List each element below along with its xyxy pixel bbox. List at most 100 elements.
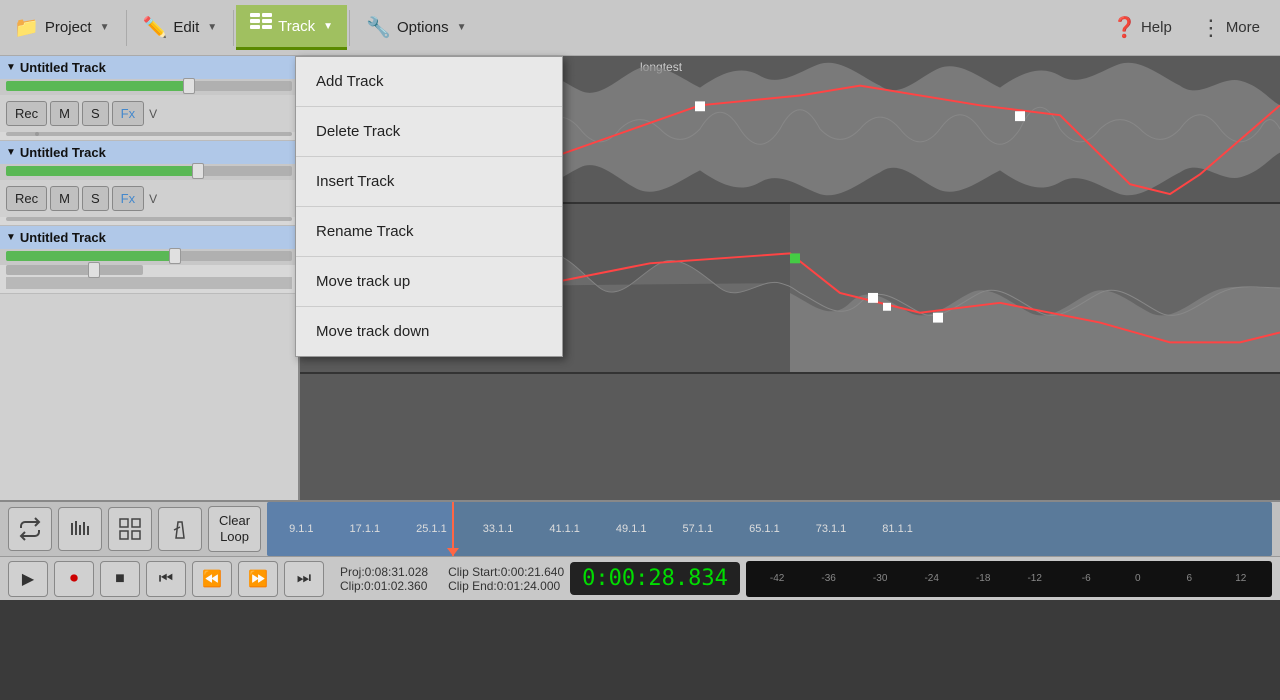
ruler-tick-7: 65.1.1 (749, 523, 780, 535)
toolbar-track[interactable]: Track ▼ (236, 5, 347, 50)
ruler-tick-8: 73.1.1 (816, 523, 847, 535)
mute-button-1[interactable]: M (50, 101, 79, 126)
rewind-button[interactable]: ⏮ (146, 561, 186, 597)
main-area: ▼ Untitled Track Rec M S Fx V (0, 56, 1280, 500)
track-list: ▼ Untitled Track Rec M S Fx V (0, 56, 300, 500)
vu-tick-1: -36 (803, 573, 854, 584)
track-collapse-icon-3[interactable]: ▼ (6, 232, 16, 243)
track-v-1: V (149, 107, 157, 121)
solo-button-2[interactable]: S (82, 186, 109, 211)
rec-button-1[interactable]: Rec (6, 101, 47, 126)
clear-loop-line2: Loop (219, 529, 250, 545)
vu-tick-4: -18 (958, 573, 1009, 584)
track-icon (250, 13, 272, 39)
toolbar-project[interactable]: 📁 Project ▼ (0, 7, 124, 48)
divider-1 (126, 10, 127, 46)
forward-icon: ⏩ (248, 569, 268, 589)
vu-tick-7: 0 (1112, 573, 1163, 584)
track-collapse-icon-1[interactable]: ▼ (6, 62, 16, 73)
metronome-button[interactable] (158, 507, 202, 551)
mixer-button[interactable] (58, 507, 102, 551)
fx-button-2[interactable]: Fx (112, 186, 144, 211)
clear-loop-line1: Clear (219, 513, 250, 529)
track-controls-2: Rec M S Fx V (0, 180, 298, 217)
rewind-icon: ⏮ (159, 570, 173, 588)
track-vol-sub-1 (6, 132, 292, 136)
more-icon: ⋮ (1200, 15, 1222, 41)
mute-button-2[interactable]: M (50, 186, 79, 211)
bottom-bar: Clear Loop 9.1.1 17.1.1 25.1.1 33.1.1 41… (0, 500, 1280, 556)
vu-tick-0: -42 (752, 573, 803, 584)
loop-button[interactable] (8, 507, 52, 551)
track-name-2: Untitled Track (20, 145, 106, 160)
transport-info: Proj:0:08:31.028 Clip:0:01:02.360 Clip S… (340, 565, 564, 593)
ruler-tick-0: 9.1.1 (289, 523, 313, 535)
timeline-ruler[interactable]: 9.1.1 17.1.1 25.1.1 33.1.1 41.1.1 49.1.1… (267, 502, 1272, 556)
transport-info-left: Proj:0:08:31.028 Clip:0:01:02.360 (340, 565, 428, 593)
ruler-tick-6: 57.1.1 (683, 523, 714, 535)
clip-time: Clip:0:01:02.360 (340, 579, 428, 593)
more-button[interactable]: ⋮ More (1188, 9, 1272, 47)
forward-button[interactable]: ⏩ (238, 561, 278, 597)
project-icon: 📁 (14, 15, 39, 40)
ruler-tick-5: 49.1.1 (616, 523, 647, 535)
divider-3 (349, 10, 350, 46)
toolbar-options-label: Options (397, 19, 449, 36)
context-menu-move-track-up[interactable]: Move track up (296, 257, 562, 307)
toolbar-track-label: Track (278, 18, 315, 35)
context-menu-delete-track[interactable]: Delete Track (296, 107, 562, 157)
track-item-1: ▼ Untitled Track Rec M S Fx V (0, 56, 298, 141)
track-vol-sub-2 (6, 217, 292, 221)
clear-loop-button[interactable]: Clear Loop (208, 506, 261, 551)
context-menu-move-track-down[interactable]: Move track down (296, 307, 562, 356)
toolbar-options[interactable]: 🔧 Options ▼ (352, 7, 481, 48)
end-button[interactable]: ⏭ (284, 561, 324, 597)
back-icon: ⏪ (202, 569, 222, 589)
help-button[interactable]: ❓ Help (1100, 9, 1184, 46)
more-label: More (1226, 19, 1260, 36)
context-menu-add-track[interactable]: Add Track (296, 57, 562, 107)
ruler-tick-2: 25.1.1 (416, 523, 447, 535)
vu-tick-6: -6 (1061, 573, 1112, 584)
ruler-tick-1: 17.1.1 (350, 523, 381, 535)
track-fader-3[interactable] (6, 251, 292, 261)
context-menu-insert-track[interactable]: Insert Track (296, 157, 562, 207)
toolbar: 📁 Project ▼ ✏️ Edit ▼ Track ▼ 🔧 Options … (0, 0, 1280, 56)
toolbar-edit[interactable]: ✏️ Edit ▼ (129, 7, 232, 48)
track-name-3: Untitled Track (20, 230, 106, 245)
vu-tick-3: -24 (906, 573, 957, 584)
back-button[interactable]: ⏪ (192, 561, 232, 597)
track-fader-2[interactable] (6, 166, 292, 176)
toolbar-project-label: Project (45, 19, 92, 36)
clip-end: Clip End:0:01:24.000 (448, 579, 564, 593)
stop-button[interactable]: ■ (100, 561, 140, 597)
track-item-3: ▼ Untitled Track (0, 226, 298, 294)
track-wave-row-3 (300, 374, 1280, 500)
edit-chevron-icon: ▼ (207, 22, 217, 33)
play-button[interactable]: ▶ (8, 561, 48, 597)
grid-button[interactable] (108, 507, 152, 551)
track-fader-row-2 (0, 164, 298, 180)
track-header-2: ▼ Untitled Track (0, 141, 298, 164)
play-icon: ▶ (22, 569, 34, 589)
help-icon: ❓ (1112, 15, 1137, 40)
track-collapse-icon-2[interactable]: ▼ (6, 147, 16, 158)
vu-tick-8: 6 (1164, 573, 1215, 584)
record-button[interactable]: ⏺ (54, 561, 94, 597)
edit-icon: ✏️ (143, 15, 168, 40)
transport-bar: ▶ ⏺ ■ ⏮ ⏪ ⏩ ⏭ Proj:0:08:31.028 Clip:0:01… (0, 556, 1280, 600)
stop-icon: ■ (115, 570, 125, 588)
ruler-tick-4: 41.1.1 (549, 523, 580, 535)
track-bottom-bar-3 (6, 277, 292, 289)
fx-button-1[interactable]: Fx (112, 101, 144, 126)
rec-button-2[interactable]: Rec (6, 186, 47, 211)
context-menu-rename-track[interactable]: Rename Track (296, 207, 562, 257)
vu-tick-2: -30 (855, 573, 906, 584)
divider-2 (233, 10, 234, 46)
solo-button-1[interactable]: S (82, 101, 109, 126)
track-fader-1[interactable] (6, 81, 292, 91)
ruler-tick-9: 81.1.1 (882, 523, 913, 535)
proj-time: Proj:0:08:31.028 (340, 565, 428, 579)
record-icon: ⏺ (70, 570, 78, 588)
vu-meter: -42 -36 -30 -24 -18 -12 -6 0 6 12 (746, 561, 1272, 597)
